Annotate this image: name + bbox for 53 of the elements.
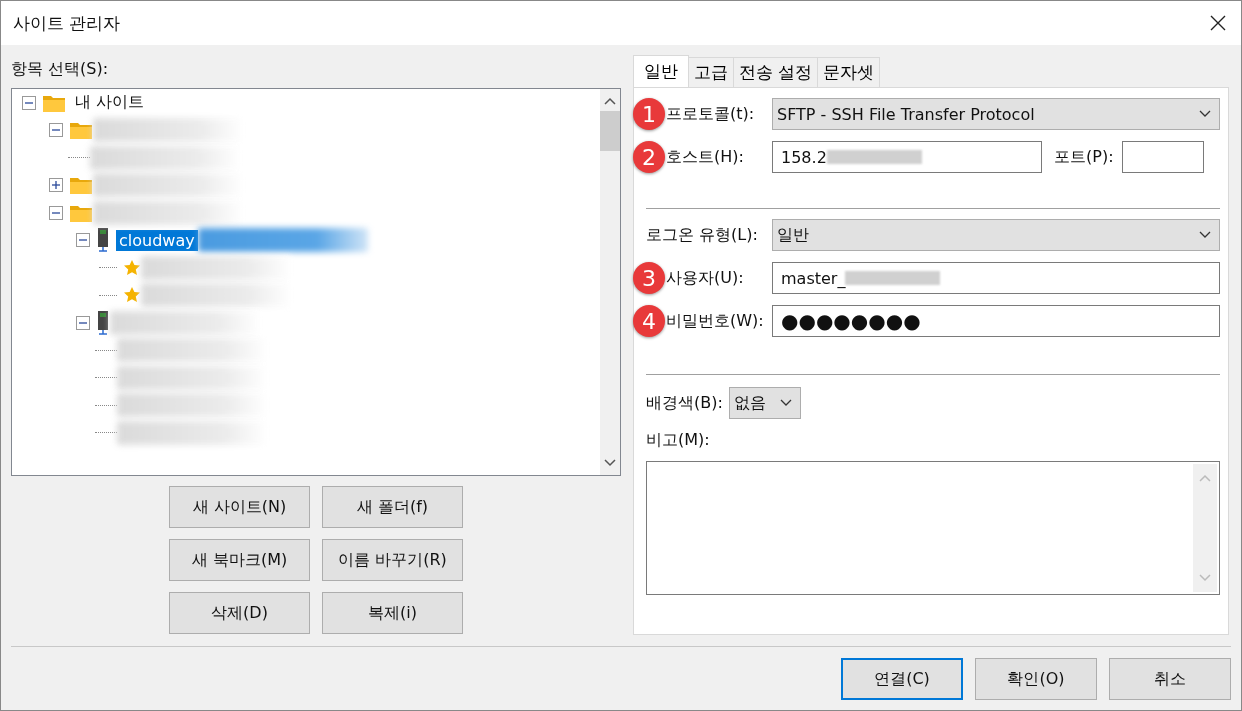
chevron-down-icon (779, 399, 792, 407)
scroll-up-icon[interactable] (604, 97, 616, 105)
port-field[interactable] (1121, 141, 1204, 173)
dialog-button[interactable]: 확인(O) (975, 658, 1097, 700)
expander-icon[interactable] (22, 95, 36, 110)
tree-action-button[interactable]: 새 폴더(f) (322, 486, 463, 528)
user-field[interactable]: master_ (772, 262, 1220, 294)
field-label: 사용자(U): (666, 267, 745, 289)
expander-icon[interactable] (76, 233, 90, 248)
scroll-thumb[interactable] (600, 111, 620, 151)
field-label: 호스트(H): (666, 146, 745, 168)
number-badge: 3 (633, 262, 665, 294)
password-field[interactable]: ●●●●●●●● (772, 305, 1220, 337)
field-label: 비고(M): (646, 430, 711, 451)
chevron-down-icon (1199, 231, 1211, 239)
background-color-dropdown[interactable]: 없음 (728, 387, 801, 419)
tree-item[interactable]: cloudway (116, 229, 198, 251)
tree-action-button[interactable]: 삭제(D) (169, 592, 310, 634)
chevron-down-icon (1199, 110, 1211, 118)
folder-icon (69, 175, 93, 196)
star-icon (123, 286, 141, 305)
dialog-button[interactable]: 연결(C) (841, 658, 963, 700)
field-label: 비밀번호(W): (666, 310, 765, 332)
tree-action-button[interactable]: 이름 바꾸기(R) (322, 539, 463, 581)
logon-type-dropdown[interactable]: 일반 (772, 219, 1220, 251)
star-icon (123, 258, 141, 277)
tree-label: 항목 선택(S): (11, 59, 110, 80)
tree-item[interactable]: 내 사이트 (72, 91, 148, 115)
number-badge: 1 (633, 98, 665, 130)
folder-icon (69, 120, 93, 141)
close-icon[interactable] (1209, 14, 1227, 32)
number-badge: 4 (633, 305, 665, 337)
window-title: 사이트 관리자 (13, 11, 121, 35)
protocol-dropdown[interactable]: SFTP - SSH File Transfer Protocol (772, 98, 1220, 130)
scroll-down-icon[interactable] (604, 459, 616, 467)
field-label: 포트(P): (1054, 146, 1114, 168)
host-field[interactable]: 158.2 (772, 141, 1042, 173)
number-badge: 2 (633, 141, 665, 173)
expander-icon[interactable] (76, 315, 90, 330)
tree-action-button[interactable]: 새 북마크(M) (169, 539, 310, 581)
field-label: 프로토콜(t): (666, 103, 756, 125)
tab[interactable]: 일반 (633, 55, 689, 87)
field-label: 배경색(B): (646, 392, 723, 414)
expander-icon[interactable] (49, 123, 63, 138)
tree-action-button[interactable]: 새 사이트(N) (169, 486, 310, 528)
expander-icon[interactable] (49, 178, 63, 193)
expander-icon[interactable] (49, 205, 63, 220)
tree-action-button[interactable]: 복제(i) (322, 592, 463, 634)
server-icon (96, 228, 110, 253)
server-icon (96, 310, 110, 335)
tab[interactable]: 문자셋 (817, 57, 881, 87)
field-label: 로그온 유형(L): (646, 224, 759, 246)
dialog-button[interactable]: 취소 (1109, 658, 1231, 700)
